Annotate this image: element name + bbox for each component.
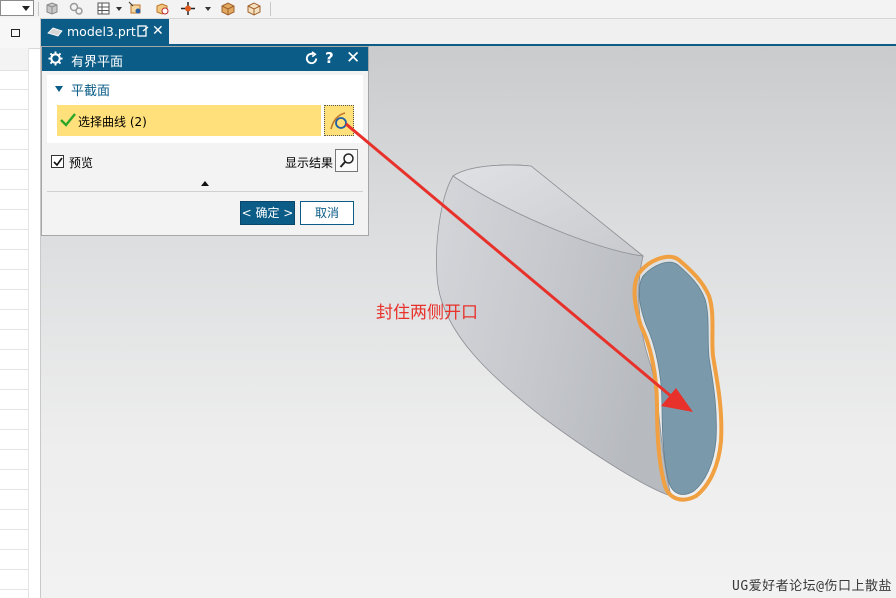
part-file-icon	[47, 27, 63, 37]
section-planar-section: 平截面 选择曲线 (2)	[47, 75, 363, 143]
snap-point-icon[interactable]	[180, 1, 196, 16]
dialog-title-bar[interactable]: 有界平面 ? ✕	[42, 47, 368, 71]
part-navigator-panel	[0, 18, 41, 598]
top-toolbar	[0, 0, 896, 19]
view-icon[interactable]	[128, 1, 144, 16]
gear-icon	[48, 51, 63, 66]
reset-icon[interactable]	[304, 51, 319, 66]
toolbar-separator	[38, 2, 39, 16]
toolbar-separator	[270, 2, 271, 16]
show-result-button[interactable]	[335, 149, 358, 172]
gear-link-icon[interactable]	[68, 1, 84, 16]
collapse-caret-icon[interactable]	[55, 86, 63, 92]
select-curve-row[interactable]: 选择曲线 (2)	[57, 105, 321, 136]
curve-select-icon	[330, 112, 347, 130]
checkmark-icon	[53, 157, 63, 167]
navigator-column-header	[0, 48, 29, 71]
watermark: UG爱好者论坛@伤口上散盐	[732, 579, 892, 594]
magnifier-icon	[339, 153, 354, 168]
expand-more-icon[interactable]	[201, 181, 209, 186]
annotation-text: 封住两侧开口	[376, 303, 478, 323]
chevron-down-icon	[22, 6, 30, 11]
chevron-down-icon[interactable]	[116, 7, 122, 11]
maximize-icon[interactable]	[11, 29, 20, 37]
navigator-rows[interactable]	[0, 70, 29, 598]
document-tab-strip: model3.prt ✕	[41, 19, 896, 46]
ok-button[interactable]: < 确定 >	[240, 201, 295, 225]
chevron-down-icon[interactable]	[205, 7, 211, 11]
check-icon	[60, 113, 76, 127]
curve-select-button[interactable]	[324, 105, 354, 136]
cancel-button[interactable]: 取消	[300, 201, 354, 225]
bounded-plane-dialog: 有界平面 ? ✕ 平截面 选择曲线 (2) 预览 显示结果 < 确定 > 取消	[41, 46, 369, 236]
dialog-title: 有界平面	[71, 55, 124, 70]
select-curve-label: 选择曲线 (2)	[78, 115, 147, 129]
help-icon[interactable]: ?	[325, 49, 334, 67]
part-icon[interactable]	[44, 1, 60, 16]
table-icon[interactable]	[96, 1, 112, 16]
preview-row: 预览 显示结果	[51, 149, 363, 177]
tab-model3[interactable]: model3.prt ✕	[41, 19, 169, 44]
wire-box-icon[interactable]	[246, 1, 262, 16]
dialog-divider	[47, 191, 363, 192]
shaded-box-icon[interactable]	[220, 1, 236, 16]
close-icon[interactable]: ✕	[346, 47, 360, 69]
preview-checkbox[interactable]	[51, 155, 64, 168]
section-label[interactable]: 平截面	[71, 80, 110, 99]
box-add-icon[interactable]	[154, 1, 170, 16]
close-icon[interactable]: ✕	[152, 22, 164, 40]
selection-filter-dropdown[interactable]	[0, 0, 34, 16]
preview-label[interactable]: 预览	[69, 154, 93, 171]
navigator-header	[0, 18, 40, 49]
pin-icon[interactable]	[137, 25, 149, 37]
tab-title: model3.prt	[67, 24, 136, 39]
show-result-label: 显示结果	[285, 156, 334, 170]
